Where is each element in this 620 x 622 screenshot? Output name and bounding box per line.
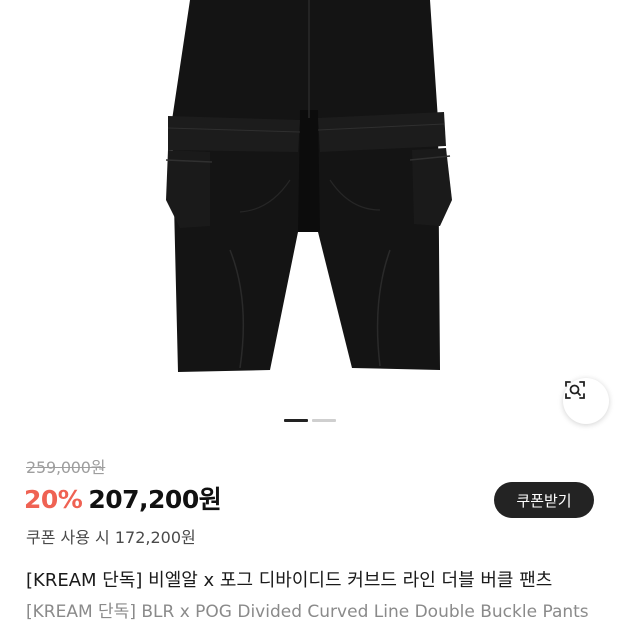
coupon-price: 쿠폰 사용 시 172,200원	[26, 528, 196, 547]
coupon-button[interactable]: 쿠폰받기	[494, 482, 594, 518]
image-search-button[interactable]	[563, 378, 609, 424]
product-title-english: [KREAM 단독] BLR x POG Divided Curved Line…	[26, 602, 589, 622]
sale-price: 207,200원	[88, 485, 222, 514]
gallery-indicator-active[interactable]	[284, 419, 308, 422]
cargo-pants-image	[165, 0, 452, 372]
discount-rate: 20%	[24, 485, 83, 514]
original-price: 259,000원	[26, 458, 106, 477]
image-search-icon	[565, 381, 585, 399]
price-row: 20% 207,200원	[24, 480, 222, 516]
gallery-indicator[interactable]	[312, 419, 336, 422]
product-image[interactable]	[0, 0, 620, 440]
product-title-korean: [KREAM 단독] 비엘알 x 포그 디바이디드 커브드 라인 더블 버클 팬…	[26, 570, 553, 591]
